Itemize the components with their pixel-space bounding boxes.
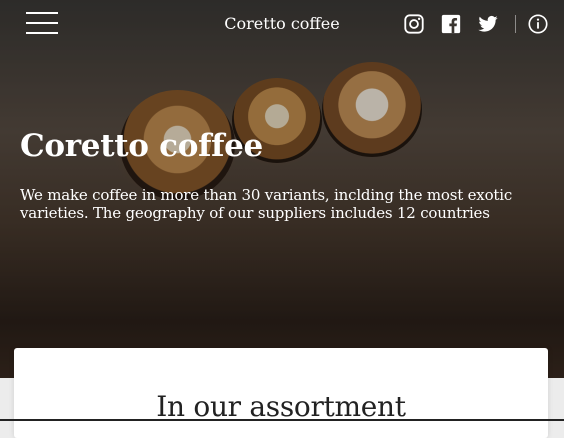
hero-section: Coretto coffee Coretto coffee We make co… <box>0 0 564 378</box>
facebook-icon[interactable] <box>440 13 462 35</box>
brand-title[interactable]: Coretto coffee <box>224 14 339 33</box>
menu-icon[interactable] <box>26 12 58 36</box>
instagram-icon[interactable] <box>403 13 425 35</box>
info-icon[interactable] <box>527 13 549 35</box>
top-navigation-bar: Coretto coffee <box>0 0 564 48</box>
assortment-card: In our assortment <box>14 348 548 438</box>
twitter-icon[interactable] <box>477 13 499 35</box>
hero-description: We make coffee in more than 30 variants,… <box>20 186 513 222</box>
hero-title: Coretto coffee <box>20 128 263 164</box>
header-divider <box>515 15 516 33</box>
